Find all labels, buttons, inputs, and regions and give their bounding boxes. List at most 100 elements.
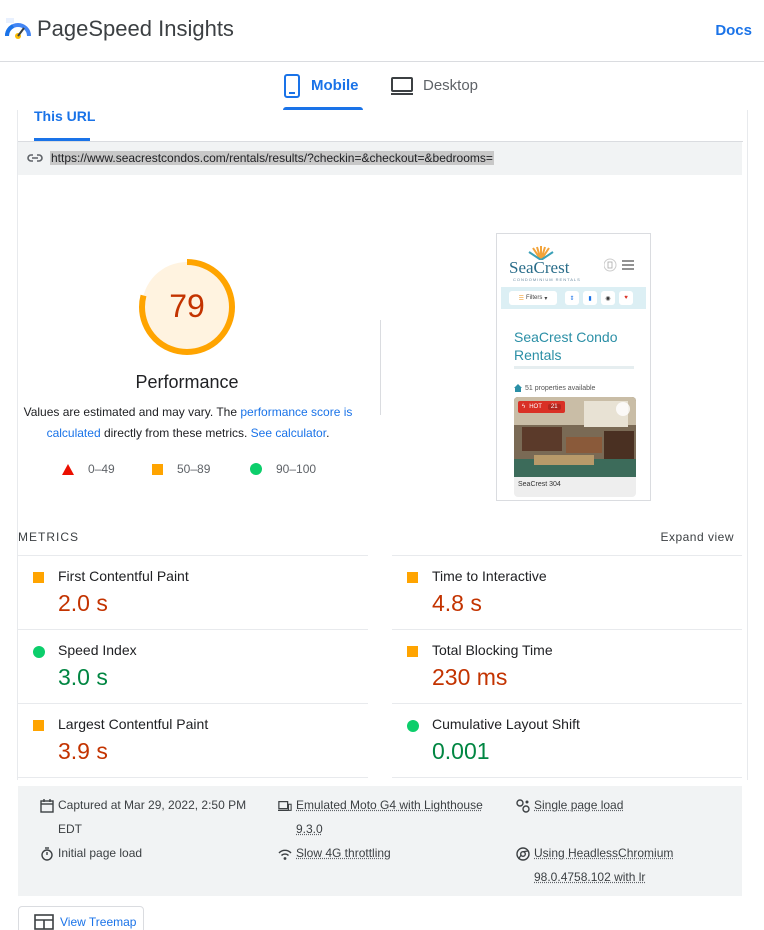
tab-mobile[interactable]: Mobile <box>283 74 363 110</box>
calendar-icon <box>40 799 54 813</box>
device-line1[interactable]: Emulated Moto G4 with Lighthouse <box>296 798 483 812</box>
legend-pass: 90–100 <box>250 462 316 476</box>
load-type: Initial page load <box>40 841 270 865</box>
legend-average: 50–89 <box>152 462 210 476</box>
average-square-icon <box>33 720 44 731</box>
screenshot-filters-label: Filters <box>526 295 542 301</box>
smartphone-icon <box>283 74 301 98</box>
see-calculator-link[interactable]: See calculator <box>251 426 326 440</box>
average-square-icon <box>33 572 44 583</box>
monitor-icon <box>391 74 413 96</box>
description-middle: directly from these metrics. <box>101 426 251 440</box>
throttling-label[interactable]: Slow 4G throttling <box>296 846 391 860</box>
analyzed-url[interactable]: https://www.seacrestcondos.com/rentals/r… <box>50 151 494 165</box>
metric-name: Time to Interactive <box>432 568 547 584</box>
sort-icon: ⇕ <box>565 291 579 305</box>
screenshot-availability-text: 51 properties available <box>525 385 595 392</box>
metric-cumulative-layout-shift: Cumulative Layout Shift 0.001 <box>392 704 742 778</box>
metric-value: 4.8 s <box>432 590 482 617</box>
runtime-settings: Captured at Mar 29, 2022, 2:50 PM EDT Emu… <box>18 786 742 896</box>
home-icon <box>514 384 522 392</box>
legend-fail-range: 0–49 <box>88 462 115 476</box>
view-treemap-button[interactable]: View Treemap <box>18 906 144 930</box>
emulated-device[interactable]: Emulated Moto G4 with Lighthouse 9.3.0 <box>278 793 508 841</box>
device-tabs: Mobile Desktop <box>0 62 764 110</box>
metric-speed-index: Speed Index 3.0 s <box>18 630 368 704</box>
metric-value: 230 ms <box>432 664 507 691</box>
metric-name: Total Blocking Time <box>432 642 553 658</box>
bolt-icon: ϟ <box>522 404 525 410</box>
treemap-icon <box>34 914 54 930</box>
captured-line1: Captured at Mar 29, 2022, 2:50 PM <box>58 798 246 812</box>
tab-mobile-label: Mobile <box>311 77 359 94</box>
device-line2[interactable]: 9.3.0 <box>296 822 323 836</box>
single-load-icon <box>516 799 530 813</box>
browser-line1[interactable]: Using HeadlessChromium <box>534 846 673 860</box>
performance-description: Values are estimated and may vary. The p… <box>18 402 358 444</box>
screenshot-filters-chip: ☰ Filters ▾ <box>509 291 557 305</box>
legend-pass-range: 90–100 <box>276 462 316 476</box>
captured-at: Captured at Mar 29, 2022, 2:50 PM EDT <box>40 793 270 841</box>
metric-value: 3.9 s <box>58 738 108 765</box>
screenshot-rule <box>514 366 634 369</box>
map-icon: ▮ <box>583 291 597 305</box>
metric-name: Speed Index <box>58 642 137 658</box>
description-prefix: Values are estimated and may vary. The <box>24 405 241 419</box>
performance-score: 79 <box>138 288 236 325</box>
metric-time-to-interactive: Time to Interactive 4.8 s <box>392 556 742 630</box>
app-header: PageSpeed Insights Docs <box>0 0 764 62</box>
screenshot-heading: SeaCrest Condo Rentals <box>514 328 639 364</box>
session-label[interactable]: Single page load <box>534 798 623 812</box>
screenshot-page: SeaCrest CONDOMINIUM RENTALS ☰ Filters ▾ ⇕… <box>501 240 646 498</box>
timer-icon <box>40 847 54 861</box>
heart-icon: ♥ <box>619 291 633 305</box>
screenshot-availability: 51 properties available <box>514 384 595 392</box>
chrome-icon <box>516 847 530 861</box>
metric-largest-contentful-paint: Largest Contentful Paint 3.9 s <box>18 704 368 778</box>
screenshot-card-title: SeaCrest 304 <box>518 481 561 488</box>
docs-link[interactable]: Docs <box>715 22 752 39</box>
browser-line2[interactable]: 98.0.4758.102 with lr <box>534 870 645 884</box>
description-suffix: . <box>326 426 329 440</box>
url-bar: https://www.seacrestcondos.com/rentals/r… <box>18 142 742 175</box>
average-square-icon <box>407 646 418 657</box>
app-title: PageSpeed Insights <box>37 16 234 42</box>
hot-badge-label: HOT <box>529 404 542 410</box>
metric-name: First Contentful Paint <box>58 568 189 584</box>
pagespeed-logo-icon <box>4 16 32 44</box>
square-icon <box>152 464 163 475</box>
metric-value: 3.0 s <box>58 664 108 691</box>
devices-icon <box>278 799 292 813</box>
session-type[interactable]: Single page load <box>516 793 736 817</box>
circle-icon <box>250 463 262 475</box>
network-throttling[interactable]: Slow 4G throttling <box>278 841 508 865</box>
tab-this-url[interactable]: This URL <box>34 108 95 124</box>
metric-name: Cumulative Layout Shift <box>432 716 580 732</box>
hot-badge: ϟ HOT 21 <box>518 401 565 413</box>
screenshot-header-icons <box>604 258 640 272</box>
section-divider <box>380 320 381 415</box>
favorite-heart-icon <box>616 402 630 416</box>
browser-info[interactable]: Using HeadlessChromium 98.0.4758.102 with… <box>516 841 736 889</box>
tab-desktop[interactable]: Desktop <box>391 74 478 110</box>
metric-total-blocking-time: Total Blocking Time 230 ms <box>392 630 742 704</box>
screenshot-brand-sub: CONDOMINIUM RENTALS <box>513 277 581 282</box>
tab-desktop-label: Desktop <box>423 77 478 94</box>
load-type-label: Initial page load <box>58 846 142 860</box>
metric-value: 0.001 <box>432 738 490 765</box>
final-screenshot: SeaCrest CONDOMINIUM RENTALS ☰ Filters ▾ ⇕… <box>496 233 651 501</box>
metric-value: 2.0 s <box>58 590 108 617</box>
average-square-icon <box>407 572 418 583</box>
link-icon <box>27 152 43 164</box>
metrics-title: METRICS <box>18 530 79 544</box>
expand-view-button[interactable]: Expand view <box>660 530 734 544</box>
legend-fail: 0–49 <box>62 462 115 476</box>
eye-icon: ◉ <box>601 291 615 305</box>
captured-line2: EDT <box>58 822 82 836</box>
performance-label: Performance <box>96 372 278 393</box>
pass-circle-icon <box>33 646 45 658</box>
screenshot-filter-bar: ☰ Filters ▾ ⇕ ▮ ◉ ♥ <box>501 287 646 309</box>
metric-first-contentful-paint: First Contentful Paint 2.0 s <box>18 556 368 630</box>
legend-average-range: 50–89 <box>177 462 210 476</box>
triangle-icon <box>62 464 74 475</box>
